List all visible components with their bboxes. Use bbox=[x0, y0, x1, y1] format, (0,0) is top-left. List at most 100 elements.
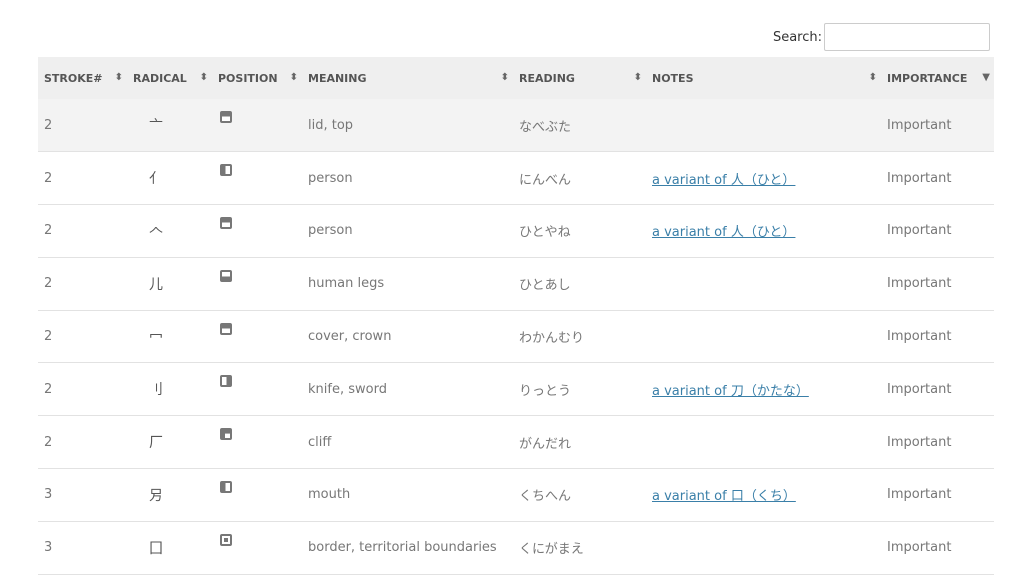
stroke-count: 2 bbox=[44, 117, 53, 133]
sort-both-icon: ⬍ bbox=[868, 72, 877, 83]
stroke-count: 2 bbox=[44, 434, 53, 450]
reading: くにがまえ bbox=[519, 542, 584, 558]
meaning: human legs bbox=[308, 276, 385, 292]
position-bottom-icon bbox=[220, 269, 232, 282]
notes-link[interactable]: a variant of 人（ひと） bbox=[652, 173, 795, 188]
notes-cell bbox=[646, 257, 881, 310]
notes-cell: a variant of 人（ひと） bbox=[646, 152, 881, 205]
position-cell bbox=[212, 469, 302, 522]
radical-glyph: 亠 bbox=[149, 118, 163, 135]
column-header-reading[interactable]: READING ⬍ bbox=[513, 57, 646, 99]
radical-glyph: 囗 bbox=[149, 540, 163, 557]
sort-both-icon: ⬍ bbox=[633, 72, 642, 83]
notes-cell: a variant of 人（ひと） bbox=[646, 205, 881, 258]
position-cell bbox=[212, 257, 302, 310]
column-header-notes[interactable]: NOTES ⬍ bbox=[646, 57, 881, 99]
position-left-icon bbox=[220, 480, 232, 493]
meaning: knife, sword bbox=[308, 381, 387, 397]
column-label: IMPORTANCE bbox=[887, 71, 968, 85]
importance: Important bbox=[887, 276, 952, 292]
position-enclose-icon bbox=[220, 533, 232, 546]
stroke-count: 3 bbox=[44, 487, 53, 503]
meaning: person bbox=[308, 170, 353, 186]
reading: わかんむり bbox=[519, 331, 585, 347]
column-label: MEANING bbox=[308, 71, 367, 85]
importance: Important bbox=[887, 434, 952, 450]
table-row: 2 亠 lid, top なべぶた Important bbox=[38, 99, 994, 152]
meaning: cliff bbox=[308, 434, 332, 450]
importance: Important bbox=[887, 381, 952, 397]
search-label: Search: bbox=[772, 29, 822, 45]
radical-glyph: 𠮠 bbox=[149, 487, 163, 504]
table-row: 2 刂 knife, sword りっとう a variant of 刀（かたな） Imp… bbox=[38, 363, 994, 416]
position-top-icon bbox=[220, 216, 232, 229]
table-row: 2 儿 human legs ひとあし Important bbox=[38, 257, 994, 311]
reading: がんだれ bbox=[519, 436, 572, 452]
column-header-importance[interactable]: IMPORTANCE ▼ bbox=[881, 57, 994, 99]
importance: Important bbox=[887, 540, 952, 556]
importance: Important bbox=[887, 487, 952, 503]
column-header-radical[interactable]: RADICAL ⬍ bbox=[127, 57, 212, 99]
notes-cell bbox=[646, 310, 881, 363]
table-row: 2 厂 cliff がんだれ Important bbox=[38, 416, 994, 469]
sort-both-icon: ⬍ bbox=[199, 72, 208, 83]
meaning: person bbox=[308, 223, 353, 239]
reading: ひとあし bbox=[519, 278, 571, 294]
column-label: POSITION bbox=[218, 71, 278, 85]
table-row: 3 囗 border, territorial boundaries くにがまえ Imp… bbox=[38, 521, 994, 575]
reading: なべぶた bbox=[519, 119, 572, 135]
radicals-table: STROKE# ⬍ RADICAL ⬍ POSITION ⬍ MEANING ⬍ REA… bbox=[38, 57, 994, 575]
position-left-icon bbox=[220, 164, 232, 177]
radical-glyph: 𠆢 bbox=[149, 223, 163, 240]
table-row: 3 𠮠 mouth くちへん a variant of 口（くち） Important bbox=[38, 469, 994, 522]
meaning: border, territorial boundaries bbox=[308, 540, 497, 556]
column-label: READING bbox=[519, 71, 575, 85]
stroke-count: 2 bbox=[44, 329, 53, 345]
notes-cell bbox=[646, 521, 881, 574]
position-cell bbox=[212, 416, 302, 469]
stroke-count: 3 bbox=[44, 540, 53, 556]
importance: Important bbox=[887, 329, 952, 345]
notes-cell bbox=[646, 416, 881, 469]
position-cell bbox=[212, 99, 302, 152]
radical-glyph: 厂 bbox=[149, 435, 163, 452]
column-header-stroke[interactable]: STROKE# ⬍ bbox=[38, 57, 127, 99]
notes-cell: a variant of 口（くち） bbox=[646, 469, 881, 522]
notes-link[interactable]: a variant of 口（くち） bbox=[652, 489, 796, 504]
column-label: STROKE# bbox=[44, 71, 103, 85]
notes-link[interactable]: a variant of 人（ひと） bbox=[652, 225, 795, 240]
stroke-count: 2 bbox=[44, 223, 53, 239]
sort-both-icon: ⬍ bbox=[114, 72, 123, 83]
position-top-icon bbox=[220, 111, 232, 124]
search-input[interactable] bbox=[824, 23, 990, 51]
stroke-count: 2 bbox=[44, 276, 53, 292]
position-cell bbox=[212, 205, 302, 258]
reading: くちへん bbox=[519, 489, 572, 505]
reading: りっとう bbox=[519, 383, 572, 399]
meaning: mouth bbox=[308, 487, 351, 503]
radical-glyph: 儿 bbox=[149, 276, 163, 293]
column-label: RADICAL bbox=[133, 71, 187, 85]
position-cell bbox=[212, 363, 302, 416]
notes-link[interactable]: a variant of 刀（かたな） bbox=[652, 384, 809, 399]
notes-cell bbox=[646, 99, 881, 152]
radical-glyph: 冖 bbox=[149, 329, 163, 346]
table-row: 2 𠆢 person ひとやね a variant of 人（ひと） Important bbox=[38, 205, 994, 258]
position-right-icon bbox=[220, 375, 232, 388]
table-header-row: STROKE# ⬍ RADICAL ⬍ POSITION ⬍ MEANING ⬍ REA… bbox=[38, 57, 994, 99]
importance: Important bbox=[887, 170, 952, 186]
reading: にんべん bbox=[519, 172, 572, 188]
position-top-icon bbox=[220, 322, 232, 335]
table-row: 2 亻 person にんべん a variant of 人（ひと） Important bbox=[38, 152, 994, 205]
column-header-position[interactable]: POSITION ⬍ bbox=[212, 57, 302, 99]
column-header-meaning[interactable]: MEANING ⬍ bbox=[302, 57, 513, 99]
sort-both-icon: ⬍ bbox=[500, 72, 509, 83]
sort-both-icon: ⬍ bbox=[289, 72, 298, 83]
position-topleft-icon bbox=[220, 428, 232, 441]
column-label: NOTES bbox=[652, 71, 694, 85]
meaning: lid, top bbox=[308, 117, 354, 133]
importance: Important bbox=[887, 117, 952, 133]
search-box: Search: bbox=[773, 23, 990, 51]
stroke-count: 2 bbox=[44, 381, 53, 397]
page: Search: STROKE# ⬍ RADICAL ⬍ POSITION ⬍ MEAN… bbox=[0, 0, 1024, 577]
